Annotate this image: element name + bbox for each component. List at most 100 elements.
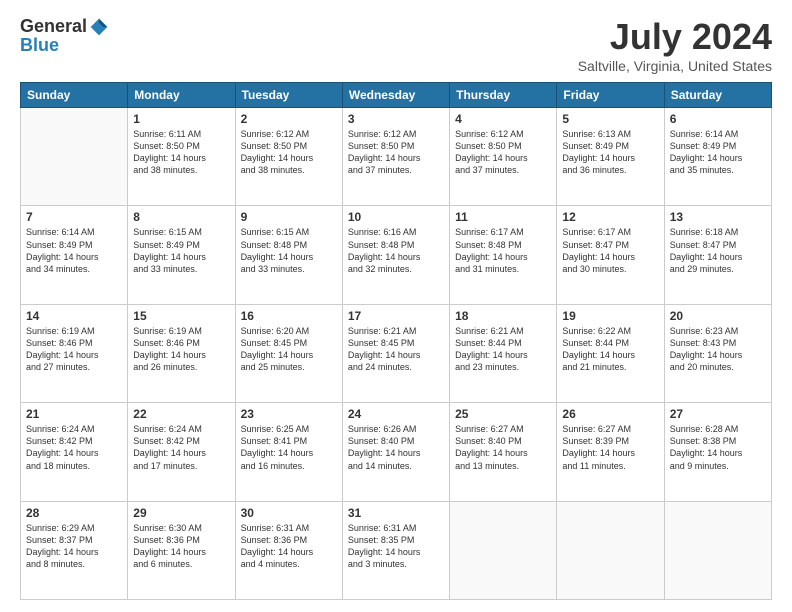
logo-general-text: General [20,16,87,37]
day-info: Sunrise: 6:28 AM Sunset: 8:38 PM Dayligh… [670,423,766,472]
day-number: 28 [26,506,122,520]
table-row: 1 Sunrise: 6:11 AM Sunset: 8:50 PM Daylig… [128,108,235,206]
day-number: 9 [241,210,337,224]
day-number: 1 [133,112,229,126]
day-info: Sunrise: 6:24 AM Sunset: 8:42 PM Dayligh… [26,423,122,472]
table-row: 3Sunrise: 6:12 AM Sunset: 8:50 PM Daylig… [342,108,449,206]
table-row [21,108,128,206]
table-row: 25 Sunrise: 6:27 AM Sunset: 8:40 PM Dayli… [450,403,557,501]
table-row: 15 Sunrise: 6:19 AM Sunset: 8:46 PM Dayli… [128,304,235,402]
table-row: 22 Sunrise: 6:24 AM Sunset: 8:42 PM Dayli… [128,403,235,501]
day-number: 8 [133,210,229,224]
day-info: Sunrise: 6:12 AM Sunset: 8:50 PM Dayligh… [241,128,337,177]
day-number: 5 [562,112,658,126]
day-info: Sunrise: 6:31 AM Sunset: 8:35 PM Dayligh… [348,522,444,571]
day-info: Sunrise: 6:19 AM Sunset: 8:46 PM Dayligh… [26,325,122,374]
day-info: Sunrise: 6:12 AM Sunset: 8:50 PM Dayligh… [348,128,444,177]
day-info: Sunrise: 6:31 AM Sunset: 8:36 PM Dayligh… [241,522,337,571]
col-thursday: Thursday [450,83,557,108]
day-info: Sunrise: 6:27 AM Sunset: 8:39 PM Dayligh… [562,423,658,472]
day-number: 13 [670,210,766,224]
table-row: 23Sunrise: 6:25 AM Sunset: 8:41 PM Dayli… [235,403,342,501]
table-row: 28 Sunrise: 6:29 AM Sunset: 8:37 PM Dayli… [21,501,128,599]
day-number: 14 [26,309,122,323]
day-info: Sunrise: 6:30 AM Sunset: 8:36 PM Dayligh… [133,522,229,571]
day-info: Sunrise: 6:26 AM Sunset: 8:40 PM Dayligh… [348,423,444,472]
table-row: 20Sunrise: 6:23 AM Sunset: 8:43 PM Dayli… [664,304,771,402]
table-row: 24 Sunrise: 6:26 AM Sunset: 8:40 PM Dayli… [342,403,449,501]
logo-icon [89,17,109,37]
day-info: Sunrise: 6:13 AM Sunset: 8:49 PM Dayligh… [562,128,658,177]
table-row: 10Sunrise: 6:16 AM Sunset: 8:48 PM Dayli… [342,206,449,304]
day-info: Sunrise: 6:14 AM Sunset: 8:49 PM Dayligh… [26,226,122,275]
day-number: 24 [348,407,444,421]
location: Saltville, Virginia, United States [578,58,772,74]
table-row: 29 Sunrise: 6:30 AM Sunset: 8:36 PM Dayli… [128,501,235,599]
day-number: 15 [133,309,229,323]
col-saturday: Saturday [664,83,771,108]
day-number: 30 [241,506,337,520]
day-info: Sunrise: 6:19 AM Sunset: 8:46 PM Dayligh… [133,325,229,374]
day-number: 31 [348,506,444,520]
day-number: 27 [670,407,766,421]
col-sunday: Sunday [21,83,128,108]
logo: General Blue [20,16,109,56]
day-number: 17 [348,309,444,323]
day-number: 7 [26,210,122,224]
table-row: 16 Sunrise: 6:20 AM Sunset: 8:45 PM Dayli… [235,304,342,402]
table-row: 13 Sunrise: 6:18 AM Sunset: 8:47 PM Dayli… [664,206,771,304]
calendar-table: Sunday Monday Tuesday Wednesday Thursday… [20,82,772,600]
day-number: 12 [562,210,658,224]
calendar-header-row: Sunday Monday Tuesday Wednesday Thursday… [21,83,772,108]
day-info: Sunrise: 6:24 AM Sunset: 8:42 PM Dayligh… [133,423,229,472]
calendar-week-row: 1 Sunrise: 6:11 AM Sunset: 8:50 PM Daylig… [21,108,772,206]
day-number: 19 [562,309,658,323]
table-row: 30 Sunrise: 6:31 AM Sunset: 8:36 PM Dayli… [235,501,342,599]
table-row: 4Sunrise: 6:12 AM Sunset: 8:50 PM Daylig… [450,108,557,206]
logo-blue-text: Blue [20,35,59,56]
day-info: Sunrise: 6:14 AM Sunset: 8:49 PM Dayligh… [670,128,766,177]
day-info: Sunrise: 6:18 AM Sunset: 8:47 PM Dayligh… [670,226,766,275]
day-number: 18 [455,309,551,323]
day-info: Sunrise: 6:11 AM Sunset: 8:50 PM Dayligh… [133,128,229,177]
table-row: 19 Sunrise: 6:22 AM Sunset: 8:44 PM Dayli… [557,304,664,402]
day-info: Sunrise: 6:16 AM Sunset: 8:48 PM Dayligh… [348,226,444,275]
day-number: 6 [670,112,766,126]
day-info: Sunrise: 6:29 AM Sunset: 8:37 PM Dayligh… [26,522,122,571]
day-info: Sunrise: 6:25 AM Sunset: 8:41 PM Dayligh… [241,423,337,472]
table-row [557,501,664,599]
day-info: Sunrise: 6:22 AM Sunset: 8:44 PM Dayligh… [562,325,658,374]
calendar-week-row: 7 Sunrise: 6:14 AM Sunset: 8:49 PM Daylig… [21,206,772,304]
table-row: 6 Sunrise: 6:14 AM Sunset: 8:49 PM Daylig… [664,108,771,206]
table-row: 7 Sunrise: 6:14 AM Sunset: 8:49 PM Daylig… [21,206,128,304]
title-section: July 2024 Saltville, Virginia, United St… [578,16,772,74]
table-row [450,501,557,599]
table-row: 11Sunrise: 6:17 AM Sunset: 8:48 PM Dayli… [450,206,557,304]
day-info: Sunrise: 6:20 AM Sunset: 8:45 PM Dayligh… [241,325,337,374]
month-title: July 2024 [578,16,772,58]
table-row: 12 Sunrise: 6:17 AM Sunset: 8:47 PM Dayli… [557,206,664,304]
table-row: 18Sunrise: 6:21 AM Sunset: 8:44 PM Dayli… [450,304,557,402]
col-friday: Friday [557,83,664,108]
header: General Blue July 2024 Saltville, Virgin… [20,16,772,74]
calendar-week-row: 28 Sunrise: 6:29 AM Sunset: 8:37 PM Dayli… [21,501,772,599]
table-row: 26Sunrise: 6:27 AM Sunset: 8:39 PM Dayli… [557,403,664,501]
day-number: 21 [26,407,122,421]
day-info: Sunrise: 6:23 AM Sunset: 8:43 PM Dayligh… [670,325,766,374]
col-tuesday: Tuesday [235,83,342,108]
day-info: Sunrise: 6:27 AM Sunset: 8:40 PM Dayligh… [455,423,551,472]
day-number: 16 [241,309,337,323]
col-wednesday: Wednesday [342,83,449,108]
day-number: 2 [241,112,337,126]
day-number: 25 [455,407,551,421]
day-number: 11 [455,210,551,224]
table-row: 31 Sunrise: 6:31 AM Sunset: 8:35 PM Dayli… [342,501,449,599]
table-row: 8 Sunrise: 6:15 AM Sunset: 8:49 PM Daylig… [128,206,235,304]
table-row: 14 Sunrise: 6:19 AM Sunset: 8:46 PM Dayli… [21,304,128,402]
day-info: Sunrise: 6:15 AM Sunset: 8:48 PM Dayligh… [241,226,337,275]
day-info: Sunrise: 6:17 AM Sunset: 8:47 PM Dayligh… [562,226,658,275]
day-number: 29 [133,506,229,520]
day-number: 22 [133,407,229,421]
day-info: Sunrise: 6:15 AM Sunset: 8:49 PM Dayligh… [133,226,229,275]
day-info: Sunrise: 6:21 AM Sunset: 8:45 PM Dayligh… [348,325,444,374]
